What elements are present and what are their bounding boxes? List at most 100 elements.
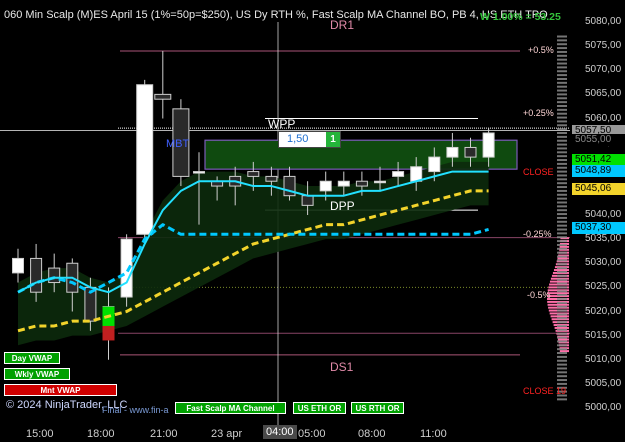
tpo-bar (557, 359, 567, 362)
order-quantity[interactable]: 1,50 (287, 133, 308, 145)
volume-bar (547, 292, 569, 295)
tpo-bar (557, 197, 567, 200)
tpo-bar (557, 294, 567, 297)
candle-body (319, 180, 332, 192)
tpo-bar (557, 97, 567, 100)
fast-scalp-ma-channel-badge[interactable]: Fast Scalp MA Channel (175, 402, 286, 414)
candle-body (374, 180, 386, 184)
tpo-bar (557, 317, 567, 320)
tpo-bar (557, 108, 567, 111)
volume-bar (554, 326, 569, 329)
tpo-bar (557, 224, 567, 227)
candle-body (428, 156, 441, 173)
tpo-bar (557, 355, 567, 358)
tpo-bar (557, 371, 567, 374)
candle-body (392, 171, 405, 177)
tpo-bar (557, 159, 567, 162)
time-axis-label: 21:00 (150, 428, 178, 440)
volume-bar (557, 338, 569, 341)
time-axis-label: 08:00 (358, 428, 386, 440)
tpo-bar (557, 151, 567, 154)
order-submit-button[interactable]: 1 (326, 132, 340, 147)
tpo-bar (557, 363, 567, 366)
price-chart[interactable] (0, 0, 625, 442)
time-axis-label: 15:00 (26, 428, 54, 440)
tpo-bar (557, 290, 567, 293)
day-vwap-badge[interactable]: Day VWAP (4, 352, 60, 364)
price-axis-label: 5010,00 (585, 353, 622, 365)
candle-body (48, 267, 61, 284)
tpo-bar (557, 286, 567, 289)
time-axis-label: 11:00 (420, 428, 447, 440)
candle-body (482, 132, 495, 158)
time-axis-selected-label: 04:00 (263, 425, 297, 439)
candle-7 (136, 79, 154, 240)
price-marker: 5055,00 (572, 133, 625, 146)
tpo-bar (557, 58, 567, 61)
tpo-bar (557, 379, 567, 382)
tpo-bar (557, 321, 567, 324)
tpo-bar (557, 251, 567, 254)
pct-minus-025-label: -0.25% (523, 229, 552, 239)
signal-candle-red (102, 325, 115, 341)
tpo-bar (557, 62, 567, 65)
tpo-bar (557, 135, 567, 138)
wpp-label: WPP (268, 117, 296, 131)
tpo-bar (557, 398, 567, 401)
price-axis-label: 5020,00 (585, 305, 622, 317)
tpo-bar (557, 182, 567, 185)
tpo-bar (557, 43, 567, 46)
price-axis-label: 5025,00 (585, 281, 622, 293)
candle-body (301, 195, 314, 206)
wkly-vwap-badge[interactable]: Wkly VWAP (4, 368, 70, 380)
tpo-bar (557, 228, 567, 231)
tpo-bar (557, 74, 567, 77)
tpo-bar (557, 375, 567, 378)
volume-bar (559, 245, 569, 248)
tpo-bar (557, 240, 567, 243)
tpo-bar (557, 147, 567, 150)
tpo-bar (557, 101, 567, 104)
volume-bar (549, 280, 569, 283)
tpo-bar (557, 143, 567, 146)
tpo-bar (557, 89, 567, 92)
price-axis-label: 5070,00 (585, 64, 622, 76)
tpo-bar (557, 367, 567, 370)
tpo-bar (557, 282, 567, 285)
tpo-bar (557, 139, 567, 142)
candle-body (410, 166, 423, 182)
candle-body (464, 146, 477, 158)
candle-8 (154, 50, 172, 119)
tpo-bar (557, 35, 567, 38)
tpo-bar (557, 328, 567, 331)
tpo-bar (557, 81, 567, 84)
order-quantity-box[interactable]: 1,50 1 (278, 131, 341, 148)
time-axis-label: 05:00 (298, 428, 326, 440)
tpo-bar (557, 132, 567, 135)
tpo-bar (557, 116, 567, 119)
tpo-bar (557, 112, 567, 115)
tpo-bar (557, 174, 567, 177)
us-rth-or-badge[interactable]: US RTH OR (351, 402, 404, 414)
ds1-label: DS1 (330, 360, 354, 374)
footer-note: Final - www.fin-a (102, 405, 169, 415)
tpo-bar (557, 263, 567, 266)
price-axis-label: 5040,00 (585, 209, 622, 220)
volume-bar (553, 269, 569, 272)
tpo-bar (557, 220, 567, 223)
tpo-bar (557, 50, 567, 53)
candle-body (12, 257, 24, 274)
tpo-bar (557, 120, 567, 123)
price-axis-label: 5000,00 (585, 402, 622, 413)
volume-bar (559, 350, 569, 353)
price-axis-label: 5005,00 (585, 377, 622, 389)
tpo-bar (557, 66, 567, 69)
us-eth-or-badge[interactable]: US ETH OR (293, 402, 346, 414)
pct-plus-05-label: +0.5% (528, 45, 554, 55)
tpo-bar (557, 178, 567, 181)
mnt-vwap-badge[interactable]: Mnt VWAP (4, 384, 117, 396)
tpo-bar (557, 301, 567, 304)
tpo-bar (557, 170, 567, 173)
tpo-bar (557, 166, 567, 169)
tpo-bar (557, 155, 567, 158)
